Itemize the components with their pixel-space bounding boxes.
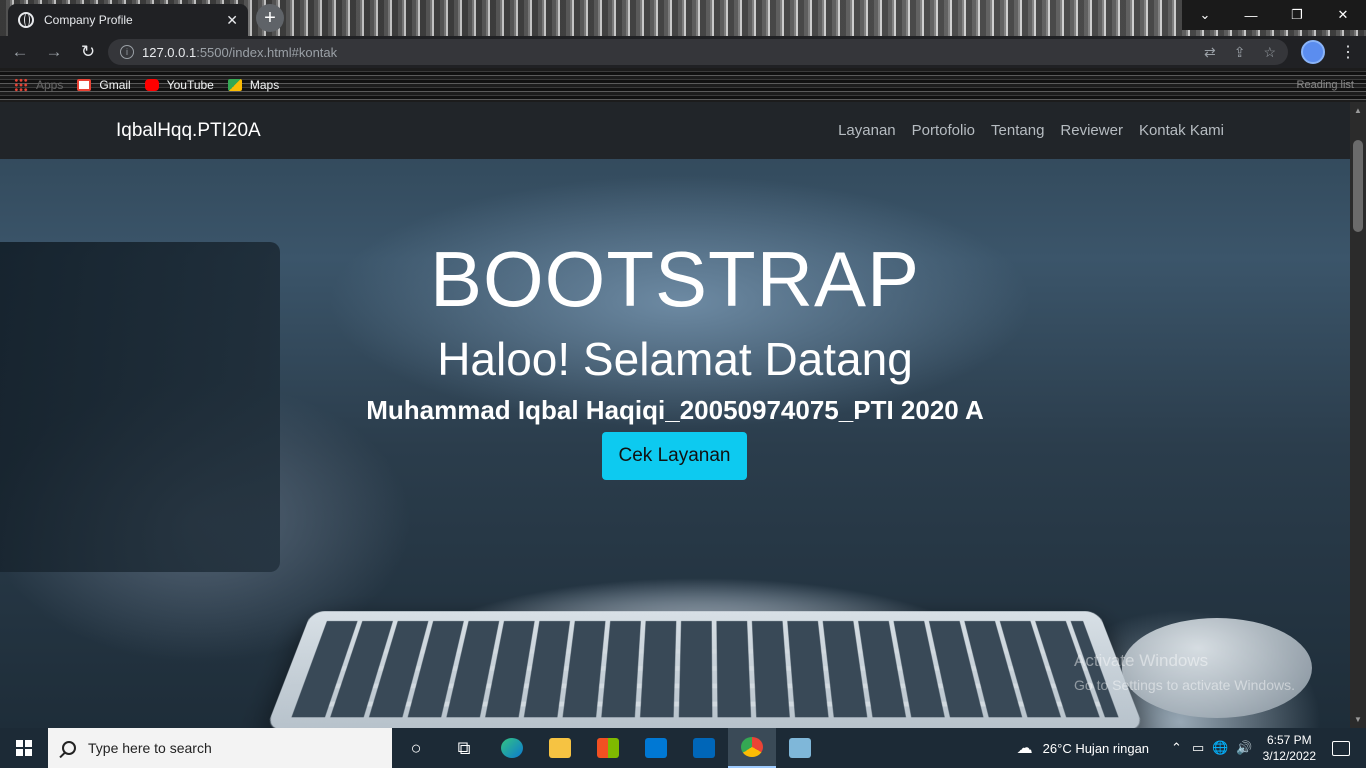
forward-icon[interactable]: → (40, 38, 68, 66)
nav-link-portofolio[interactable]: Portofolio (912, 122, 975, 139)
network-icon[interactable]: 🌐 (1212, 740, 1228, 756)
bookmark-star-icon[interactable]: ☆ (1263, 44, 1276, 61)
profile-avatar[interactable] (1301, 40, 1325, 64)
nav-links: Layanan Portofolio Tentang Reviewer Kont… (838, 122, 1224, 139)
minimize-icon[interactable]: — (1228, 0, 1274, 30)
system-tray: ☁ 26°C Hujan ringan ⌃ ▭ 🌐 🔊 6:57 PM 3/12… (1017, 728, 1366, 768)
activation-watermark-title: Activate Windows (1074, 651, 1209, 670)
search-icon (62, 741, 76, 755)
activation-watermark-text: Go to Settings to activate Windows. (1074, 677, 1295, 693)
windows-logo-icon (16, 740, 32, 756)
taskbar-search[interactable]: Type here to search (48, 728, 392, 768)
site-info-icon[interactable]: i (120, 45, 134, 59)
cortana-icon[interactable]: ○ (392, 728, 440, 768)
address-bar[interactable]: i 127.0.0.1:5500/index.html#kontak ⇄ ⇪ ☆ (108, 39, 1288, 65)
new-tab-button[interactable]: + (256, 4, 284, 32)
scroll-up-icon[interactable]: ▲ (1354, 106, 1362, 115)
battery-icon[interactable]: ▭ (1192, 740, 1204, 756)
clock-date: 3/12/2022 (1262, 749, 1316, 763)
tray-chevron-icon[interactable]: ⌃ (1171, 740, 1182, 756)
cek-layanan-button[interactable]: Cek Layanan (602, 432, 747, 480)
site-brand[interactable]: IqbalHqq.PTI20A (116, 120, 261, 142)
bookmark-label: Gmail (99, 78, 131, 92)
translate-icon[interactable]: ⇄ (1204, 44, 1216, 61)
gmail-icon (77, 79, 92, 91)
bookmark-apps[interactable]: Apps (14, 78, 63, 92)
hero-title: BOOTSTRAP (429, 235, 921, 323)
restore-icon[interactable]: ❐ (1274, 0, 1320, 30)
youtube-icon (144, 79, 159, 91)
clock[interactable]: 6:57 PM 3/12/2022 (1263, 732, 1316, 764)
store-icon[interactable] (584, 728, 632, 768)
hero-subtitle: Haloo! Selamat Datang (437, 333, 913, 385)
back-icon[interactable]: ← (6, 38, 34, 66)
bookmark-label: Apps (36, 78, 64, 92)
task-view-icon[interactable]: ⧉ (440, 728, 488, 768)
site-navbar: IqbalHqq.PTI20A Layanan Portofolio Tenta… (0, 102, 1350, 159)
weather-text[interactable]: 26°C Hujan ringan (1043, 741, 1149, 756)
mail-icon[interactable] (632, 728, 680, 768)
background-keyboard (265, 611, 1145, 728)
tab-close-icon[interactable]: ✕ (226, 12, 238, 29)
browser-chrome: Company Profile ✕ + ⌄ — ❐ ✕ ← → ↻ i 127.… (0, 0, 1366, 102)
url-host: 127.0.0.1 (142, 44, 197, 60)
bookmark-label: Maps (249, 78, 280, 92)
bookmark-label: YouTube (166, 78, 214, 92)
bookmark-youtube[interactable]: YouTube (144, 78, 214, 92)
bookmark-gmail[interactable]: Gmail (77, 78, 131, 92)
weather-cloud-icon[interactable]: ☁ (1017, 738, 1033, 758)
nav-link-tentang[interactable]: Tentang (991, 122, 1044, 139)
clock-time: 6:57 PM (1266, 733, 1312, 747)
edge-icon[interactable] (488, 728, 536, 768)
scroll-down-icon[interactable]: ▼ (1354, 715, 1362, 724)
vscode-icon[interactable] (680, 728, 728, 768)
nav-link-layanan[interactable]: Layanan (838, 122, 896, 139)
start-button[interactable] (0, 728, 48, 768)
file-explorer-icon[interactable] (536, 728, 584, 768)
browser-tab[interactable]: Company Profile ✕ (8, 4, 248, 36)
app-icon[interactable] (776, 728, 824, 768)
page-scrollbar[interactable]: ▲ ▼ (1350, 102, 1366, 728)
browser-menu-icon[interactable]: ⋮ (1340, 42, 1356, 62)
url-path: :5500/index.html#kontak (196, 44, 338, 60)
scroll-thumb[interactable] (1353, 140, 1363, 232)
reload-icon[interactable]: ↻ (74, 38, 102, 66)
nav-link-reviewer[interactable]: Reviewer (1060, 122, 1123, 139)
reading-list-button[interactable]: Reading list (1297, 79, 1354, 91)
apps-grid-icon (14, 78, 28, 92)
volume-icon[interactable]: 🔊 (1236, 740, 1252, 756)
page-viewport: IqbalHqq.PTI20A Layanan Portofolio Tenta… (0, 102, 1350, 728)
bookmarks-bar: Apps Gmail YouTube Maps Reading list (0, 68, 1366, 102)
windows-taskbar: Type here to search ○ ⧉ ☁ 26°C Hujan rin… (0, 728, 1366, 768)
tab-title: Company Profile (44, 13, 133, 27)
nav-link-kontak-kami[interactable]: Kontak Kami (1139, 122, 1224, 139)
close-window-icon[interactable]: ✕ (1320, 0, 1366, 30)
taskbar-search-placeholder: Type here to search (88, 740, 212, 756)
hero-name: Muhammad Iqbal Haqiqi_20050974075_PTI 20… (366, 395, 984, 425)
chrome-icon[interactable] (728, 728, 776, 768)
globe-icon (18, 12, 34, 28)
browser-toolbar: ← → ↻ i 127.0.0.1:5500/index.html#kontak… (0, 36, 1366, 68)
tab-search-icon[interactable]: ⌄ (1182, 0, 1228, 30)
share-icon[interactable]: ⇪ (1234, 44, 1246, 61)
bookmark-maps[interactable]: Maps (227, 78, 280, 92)
notification-icon[interactable] (1332, 740, 1350, 756)
maps-icon (227, 79, 242, 91)
